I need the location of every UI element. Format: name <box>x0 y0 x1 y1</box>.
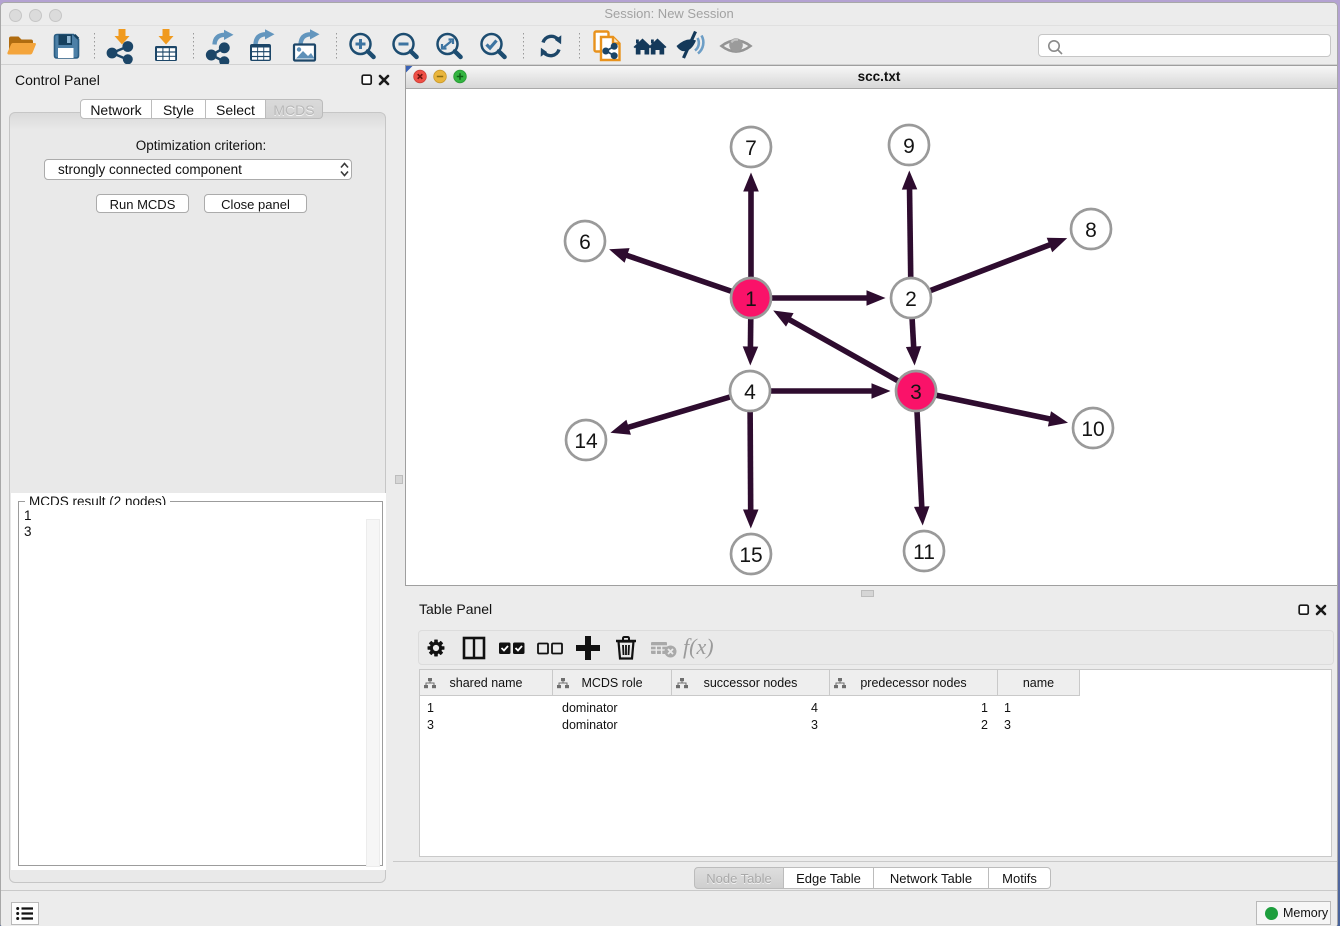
svg-text:2: 2 <box>905 288 917 311</box>
svg-text:9: 9 <box>903 135 915 158</box>
svg-text:6: 6 <box>579 231 591 254</box>
svg-text:15: 15 <box>739 544 762 567</box>
svg-text:4: 4 <box>744 381 756 404</box>
svg-text:10: 10 <box>1081 418 1104 441</box>
svg-text:14: 14 <box>574 430 598 453</box>
svg-text:11: 11 <box>913 541 935 564</box>
svg-text:8: 8 <box>1085 219 1097 242</box>
svg-text:3: 3 <box>910 381 922 404</box>
svg-text:1: 1 <box>745 288 757 311</box>
svg-text:7: 7 <box>745 137 757 160</box>
